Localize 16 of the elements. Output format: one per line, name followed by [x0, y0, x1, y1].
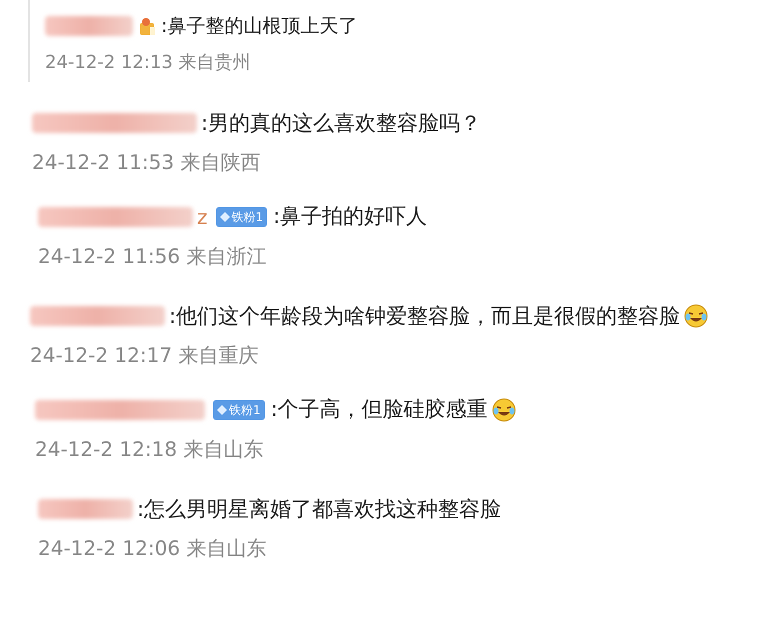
fan-badge: 铁粉1	[216, 206, 268, 227]
comment-text: :鼻子拍的好吓人	[273, 203, 428, 230]
comment-timestamp: 24-12-2 12:17 来自重庆	[30, 342, 260, 369]
comment-text: :个子高，但脸硅胶感重	[270, 396, 488, 423]
comment-text: :怎么男明星离婚了都喜欢找这种整容脸	[137, 496, 502, 522]
comment-timestamp: 24-12-2 11:56 来自浙江	[38, 242, 268, 270]
comment-text: :他们这个年龄段为啥钟爱整容脸，而且是很假的整容脸	[169, 302, 680, 330]
comment-text: :鼻子整的山根顶上天了	[161, 14, 358, 39]
fan-badge: 铁粉1	[213, 400, 265, 420]
level-badge-icon	[137, 16, 157, 36]
comment-timestamp: 24-12-2 11:53 来自陕西	[32, 149, 262, 176]
user-name[interactable]: z	[197, 202, 208, 232]
comment-text: :男的真的这么喜欢整容脸吗？	[201, 110, 482, 136]
comment-timestamp: 24-12-2 12:06 来自山东	[38, 535, 268, 562]
comment-timestamp: 24-12-2 12:18 来自山东	[35, 436, 264, 462]
comment-timestamp: 24-12-2 12:13 来自贵州	[45, 50, 252, 74]
